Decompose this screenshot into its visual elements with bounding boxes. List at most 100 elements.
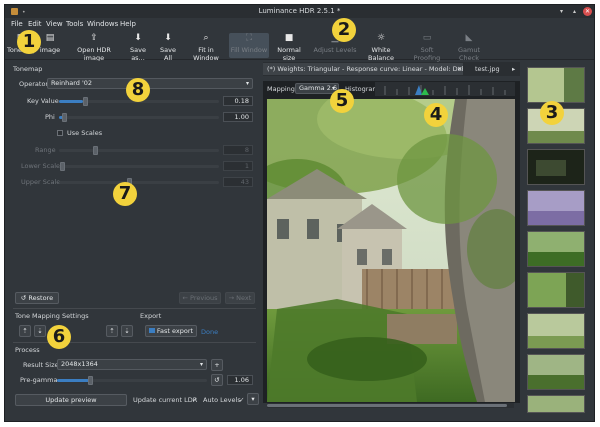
chevron-down-icon: ▾	[251, 395, 255, 403]
lower-scale-slider[interactable]	[59, 162, 219, 171]
phi-slider-handle[interactable]	[62, 113, 67, 122]
range-slider[interactable]	[59, 146, 219, 155]
menu-edit[interactable]: Edit	[28, 20, 42, 28]
save-settings-button[interactable]: ⇣	[34, 325, 46, 337]
histogram-bar[interactable]	[375, 82, 515, 96]
fill-window-icon: ⛶	[245, 33, 253, 43]
tone-mapping-settings-heading: Tone Mapping Settings	[15, 312, 89, 320]
reset-icon: ↺	[214, 376, 220, 384]
restore-button[interactable]: ↺ Restore	[15, 292, 59, 304]
soft-proofing-icon: ▭	[422, 33, 432, 43]
pregamma-spinbox[interactable]: 1.06	[227, 375, 253, 385]
close-tab-icon[interactable]: ✕	[457, 65, 462, 73]
menu-tools[interactable]: Tools	[66, 20, 83, 28]
process-heading: Process	[15, 346, 40, 354]
menu-windows[interactable]: Windows	[87, 20, 118, 28]
callout-5: 5	[330, 89, 354, 113]
callout-2: 2	[332, 18, 356, 42]
callout-7: 7	[113, 182, 137, 206]
menu-file[interactable]: File	[11, 20, 23, 28]
key-value-slider-handle[interactable]	[83, 97, 88, 106]
update-ldr-checkbox[interactable]: ✓	[192, 396, 197, 404]
document-tabs: (*) Weights: Triangular - Response curve…	[263, 62, 520, 76]
save-as-button[interactable]: ⬇ Save as...	[123, 33, 153, 62]
load-settings-button[interactable]: ⇡	[19, 325, 31, 337]
save-all-button[interactable]: ⬇ Save All	[155, 33, 181, 62]
chevron-down-icon: ▾	[245, 80, 249, 87]
upper-scale-label: Upper Scale	[21, 178, 61, 186]
title-bar: • Luminance HDR 2.5.1 * ▾ ▴ ✕	[5, 5, 594, 18]
auto-levels-label: Auto Levels	[203, 396, 241, 404]
close-icon[interactable]: ✕	[583, 7, 592, 16]
normal-size-icon: ■	[284, 33, 294, 43]
callout-8: 8	[126, 78, 150, 102]
lower-scale-slider-handle[interactable]	[60, 162, 65, 171]
preview-thumbnail[interactable]	[527, 313, 585, 349]
save-all-icon: ⬇	[164, 33, 172, 43]
use-scales-checkbox[interactable]	[57, 130, 63, 136]
soft-proofing-button[interactable]: ▭ Soft Proofing	[407, 33, 447, 62]
hdr-preview-image[interactable]	[267, 99, 515, 402]
white-balance-icon: ☼	[376, 33, 386, 43]
preview-thumbnail[interactable]	[527, 149, 585, 185]
open-hdr-button[interactable]: ⇪ Open HDR image	[67, 33, 121, 62]
preview-thumbnail[interactable]	[527, 190, 585, 226]
result-size-select[interactable]: 2048x1364 ▾	[57, 359, 207, 370]
gamut-check-icon: ◣	[465, 33, 473, 43]
previous-button[interactable]: ← Previous	[179, 292, 221, 304]
lower-scale-spinbox[interactable]: 1	[223, 161, 253, 171]
reset-pregamma-button[interactable]: ↺	[211, 374, 223, 386]
add-size-button[interactable]: +	[211, 359, 223, 371]
upper-scale-slider[interactable]	[59, 178, 219, 187]
callout-4: 4	[424, 103, 448, 127]
pregamma-slider-handle[interactable]	[88, 376, 93, 385]
tab-hdr-image[interactable]: (*) Weights: Triangular - Response curve…	[263, 63, 463, 75]
preview-thumbnail[interactable]	[527, 67, 585, 103]
key-value-label: Key Value	[27, 97, 59, 105]
fit-window-button[interactable]: ⌕ Fit in Window	[185, 33, 227, 62]
maximize-icon[interactable]: ▴	[570, 7, 579, 16]
tab-scroll-right-icon[interactable]: ▸	[512, 65, 515, 73]
preview-thumbnail[interactable]	[527, 231, 585, 267]
operator-select[interactable]: Reinhard '02 ▾	[47, 78, 253, 89]
menu-help[interactable]: Help	[120, 20, 136, 28]
minimize-icon[interactable]: ▾	[557, 7, 566, 16]
range-slider-handle[interactable]	[93, 146, 98, 155]
levels-dropdown-button[interactable]: ▾	[247, 393, 259, 405]
range-spinbox[interactable]: 8	[223, 145, 253, 155]
tab-test-jpg[interactable]: test.jpg	[471, 63, 509, 75]
arrow-down-icon: ⇣	[124, 327, 130, 335]
export-heading: Export	[140, 312, 162, 320]
update-preview-button[interactable]: Update preview	[15, 394, 127, 406]
key-value-spinbox[interactable]: 0.18	[223, 96, 253, 106]
result-size-label: Result Size	[23, 361, 59, 369]
white-balance-button[interactable]: ☼ White Balance	[359, 33, 403, 62]
menu-view[interactable]: View	[46, 20, 63, 28]
preview-thumbnail[interactable]	[527, 272, 585, 308]
done-link[interactable]: Done	[201, 328, 218, 336]
upper-scale-spinbox[interactable]: 43	[223, 177, 253, 187]
callout-3: 3	[540, 101, 564, 125]
fast-export-button[interactable]: Fast export	[145, 325, 197, 337]
phi-slider[interactable]	[59, 113, 219, 122]
preview-thumbnail[interactable]	[527, 395, 585, 413]
viewer-horizontal-scrollbar[interactable]	[267, 403, 514, 408]
menu-bar: File Edit View Tools Windows Help	[5, 18, 594, 30]
phi-spinbox[interactable]: 1.00	[223, 112, 253, 122]
arrow-left-icon: ←	[182, 294, 191, 302]
fill-window-button[interactable]: ⛶ Fill Window	[229, 33, 269, 58]
auto-levels-checkbox[interactable]: ✓	[239, 396, 244, 404]
open-hdr-icon: ⇪	[90, 33, 98, 43]
phi-label: Phi	[45, 113, 55, 121]
pregamma-slider[interactable]	[57, 376, 207, 385]
arrow-up-icon: ⇡	[109, 327, 115, 335]
divider	[13, 308, 256, 309]
preview-thumbnail[interactable]	[527, 354, 585, 390]
window-title: Luminance HDR 2.5.1 *	[258, 7, 341, 15]
export-down-button[interactable]: ⇣	[121, 325, 133, 337]
gamut-check-button[interactable]: ◣ Gamut Check	[449, 33, 489, 62]
export-up-button[interactable]: ⇡	[106, 325, 118, 337]
normal-size-button[interactable]: ■ Normal size	[271, 33, 307, 62]
tonemap-panel: Tonemap Operator Reinhard '02 ▾ Key Valu…	[9, 61, 260, 417]
next-button[interactable]: → Next	[225, 292, 255, 304]
